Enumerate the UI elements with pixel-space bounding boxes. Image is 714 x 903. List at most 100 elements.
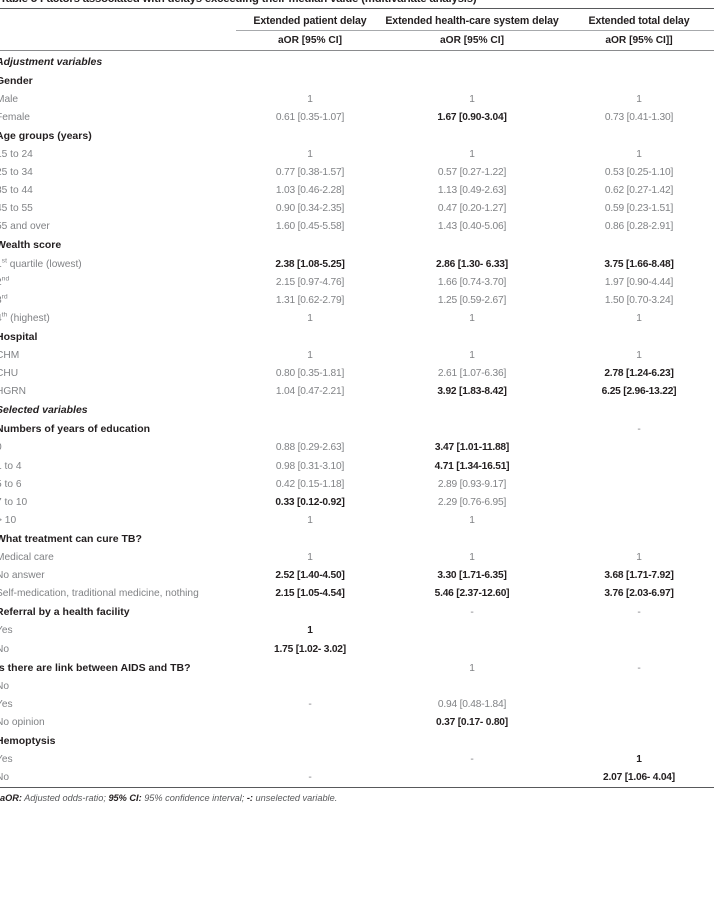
row-value-col1: 2.15 [1.05-4.54] [275, 588, 345, 600]
row-value-col2: 3.92 [1.83-8.42] [437, 386, 507, 398]
row-value-col2: 2.61 [1.07-6.36] [437, 368, 507, 380]
row-label: 4th (highest) [0, 311, 50, 324]
table-row: > 10 1 1 [0, 511, 714, 529]
table-row: 1 to 4 0.98 [0.31-3.10] 4.71 [1.34-16.51] [0, 457, 714, 475]
ordinal-suffix: rd [1, 293, 8, 301]
row-value-col3: 2.07 [1.06- 4.04] [603, 772, 675, 784]
row-value-col3 [560, 457, 714, 475]
row-value-col2 [384, 401, 560, 420]
row-value-col2: - [470, 607, 474, 619]
row-value-col3: 0.62 [0.27-1.42] [604, 185, 674, 197]
row-value-col3: 1 [636, 312, 642, 324]
row-value-col2: 1.66 [0.74-3.70] [437, 276, 507, 288]
sub-header-aor-3: aOR [95% CI]] [605, 35, 673, 46]
row-value-col2: 5.46 [2.37-12.60] [434, 588, 510, 600]
row-value-col3 [560, 327, 714, 346]
row-value-col3: 1 [636, 552, 642, 564]
row-value-col2: 2.89 [0.93-9.17] [437, 478, 507, 490]
row-value-col3: 3.68 [1.71-7.92] [604, 570, 674, 582]
row-value-col3 [560, 529, 714, 548]
row-value-col2: 1.25 [0.59-2.67] [437, 294, 507, 306]
table-row-subsection: Gender [0, 71, 714, 90]
row-value-col1: 1 [307, 350, 313, 361]
row-value-col1 [236, 731, 384, 750]
row-label: No answer [0, 570, 45, 582]
row-value-col3: 1 [636, 93, 642, 105]
row-value-col3 [560, 622, 714, 640]
row-value-col2: 0.37 [0.17- 0.80] [436, 716, 508, 728]
row-value-col1: 0.90 [0.34-2.35] [275, 203, 345, 215]
row-value-col2: 3.30 [1.71-6.35] [437, 570, 507, 582]
row-value-col1 [236, 52, 384, 71]
row-label: Adjustment variables [0, 55, 103, 68]
row-value-col2 [384, 677, 560, 695]
row-value-col1 [236, 401, 384, 420]
row-label: 15 to 24 [0, 148, 33, 160]
row-value-col2 [384, 71, 560, 90]
row-value-col1 [236, 236, 384, 255]
row-label: 5 to 6 [0, 478, 22, 490]
row-label: Numbers of years of education [0, 423, 151, 436]
table-row: No 1.75 [1.02- 3.02] [0, 640, 714, 658]
row-value-col1: 1.03 [0.46-2.28] [275, 185, 345, 197]
row-value-col2: 2.29 [0.76-6.95] [437, 496, 507, 508]
row-value-col3: 3.76 [2.03-6.97] [604, 588, 674, 600]
row-value-col1: 1.31 [0.62-2.79] [275, 294, 345, 306]
table-row: Yes - 1 [0, 751, 714, 769]
row-value-col2 [384, 640, 560, 658]
row-label: CHU [0, 368, 19, 380]
table-row: Female 0.61 [0.35-1.07] 1.67 [0.90-3.04] 0.… [0, 108, 714, 126]
row-value-col1: 1 [307, 625, 313, 637]
row-value-col2 [384, 731, 560, 750]
table-row-subsection: Is there are link between AIDS and TB? 1 - [0, 658, 714, 677]
row-value-col3 [560, 677, 714, 695]
table-row: No answer 2.52 [1.40-4.50] 3.30 [1.71-6.35… [0, 567, 714, 585]
table-title: Table 5 Factors associated with delays e… [0, 0, 714, 8]
table-row: Yes - 0.94 [0.48-1.84] [0, 695, 714, 713]
table-row: 2nd 2.15 [0.97-4.76] 1.66 [0.74-3.70] 1.97 … [0, 273, 714, 291]
row-value-col3 [560, 439, 714, 457]
row-label: Yes [0, 698, 13, 710]
row-value-col3: 0.73 [0.41-1.30] [604, 111, 674, 123]
row-label: No [0, 680, 10, 692]
row-label: Male [0, 93, 19, 105]
column-header-row: Extended patient delay Extended health-c… [0, 10, 714, 31]
row-value-col2 [384, 327, 560, 346]
row-value-col3: 0.53 [0.25-1.10] [604, 167, 674, 179]
row-value-col3: - [637, 662, 641, 674]
row-value-col2 [384, 236, 560, 255]
footnote-ci-def: 95% confidence interval; [141, 792, 247, 803]
table-row: 1st quartile (lowest) 2.38 [1.08-5.25] 2.8… [0, 255, 714, 273]
row-label: Female [0, 111, 30, 123]
row-label: > 10 [0, 514, 17, 526]
row-value-col1 [236, 126, 384, 145]
table-row-subsection: Hospital [0, 327, 714, 346]
table-row: 4th (highest) 1 1 1 [0, 309, 714, 327]
row-value-col1 [236, 603, 384, 622]
row-value-col3: 1 [636, 754, 642, 766]
row-label: Hospital [0, 330, 38, 343]
row-value-col2: 4.71 [1.34-16.51] [434, 460, 510, 472]
footnote-ci-term: 95% CI: [108, 792, 142, 803]
row-label: Referral by a health facility [0, 606, 130, 619]
row-label: No [0, 643, 10, 655]
table-row: 35 to 44 1.03 [0.46-2.28] 1.13 [0.49-2.63]… [0, 182, 714, 200]
row-value-col3: 0.86 [0.28-2.91] [604, 221, 674, 233]
table-row-subsection: Numbers of years of education - [0, 420, 714, 439]
row-value-col1 [236, 677, 384, 695]
row-value-col1 [236, 327, 384, 346]
row-value-col2: 1 [469, 350, 475, 361]
row-label: Age groups (years) [0, 129, 92, 142]
row-value-col3: - [637, 607, 641, 619]
row-label: Yes [0, 625, 13, 637]
table-row: Male 1 1 1 [0, 90, 714, 108]
row-value-col1: - [308, 698, 312, 710]
column-header-health-care-system-delay: Extended health-care system delay [384, 10, 560, 31]
row-value-col2: 3.47 [1.01-11.88] [434, 442, 510, 454]
row-value-col1 [236, 658, 384, 677]
row-value-col1: 1.75 [1.02- 3.02] [274, 643, 346, 655]
table-sheet: Table 5 Factors associated with delays e… [0, 0, 714, 803]
row-value-col2 [384, 529, 560, 548]
row-value-col1: 1.60 [0.45-5.58] [275, 221, 345, 233]
footnote-aor-term: aOR: [0, 792, 22, 803]
